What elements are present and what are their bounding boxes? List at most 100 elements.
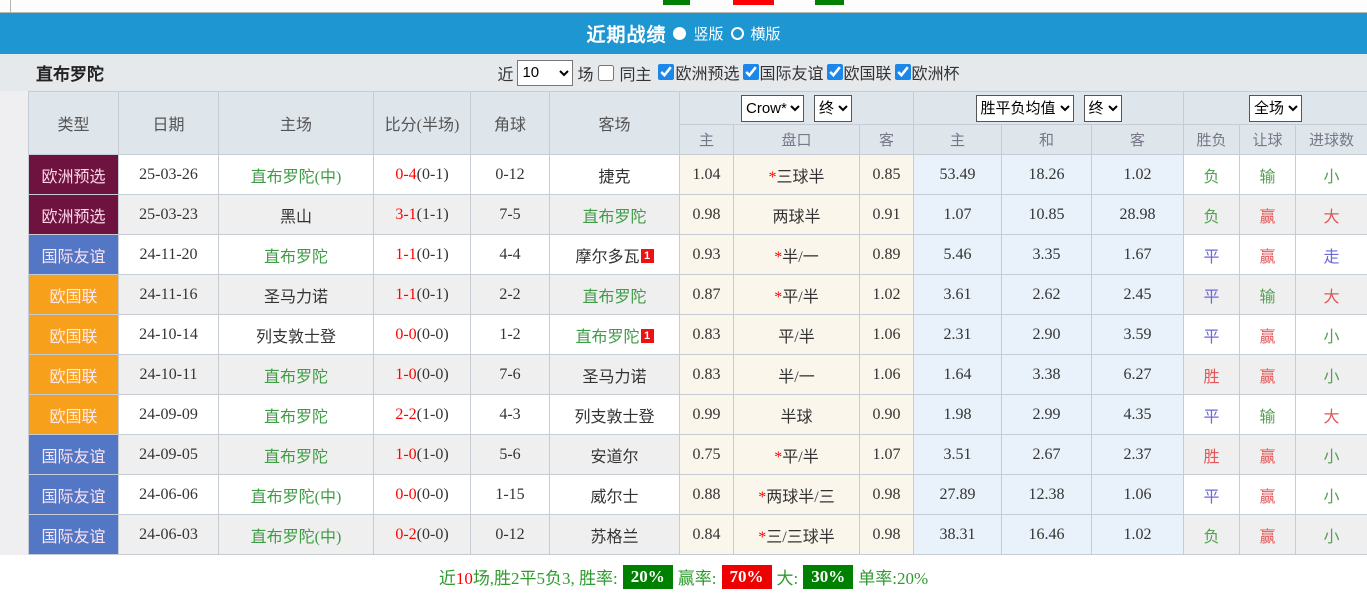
top-strip (0, 0, 1367, 13)
team-link[interactable]: 直布罗陀 (264, 249, 328, 266)
avg-draw-cell: 18.26 (1001, 154, 1093, 195)
halftime-score: (0-1) (416, 165, 449, 183)
corner-cell: 7-6 (470, 354, 550, 395)
score-cell: 0-0(0-0) (373, 314, 471, 355)
team-link[interactable]: 安道尔 (590, 449, 638, 466)
team-link[interactable]: 直布罗陀 (582, 289, 646, 306)
fulltime-score: 1-1 (395, 245, 417, 263)
league-cell: 欧国联 (28, 274, 119, 315)
team-link[interactable]: 列支敦士登 (574, 409, 654, 426)
league-checkbox-2[interactable] (826, 64, 843, 80)
away-team-cell: 列支敦士登 (549, 394, 680, 435)
team-link[interactable]: 直布罗陀 (264, 449, 328, 466)
team-name: 直布罗陀 (36, 65, 104, 84)
avg-lose-cell: 1.02 (1091, 514, 1185, 555)
team-link[interactable]: 摩尔多瓦 (575, 249, 639, 266)
team-link[interactable]: 直布罗陀(中) (251, 489, 342, 506)
league-checkbox-0[interactable] (658, 64, 675, 80)
odds-time-select[interactable]: 终 (814, 94, 852, 122)
match-row: 国际友谊 24-06-06 直布罗陀(中) 0-0(0-0) 1-15 威尔士 0.88 *两… (28, 474, 1367, 515)
team-link[interactable]: 捷克 (598, 169, 630, 186)
match-row: 国际友谊 24-06-03 直布罗陀(中) 0-2(0-0) 0-12 苏格兰 0.84 *三… (28, 514, 1367, 555)
corner-cell: 1-15 (470, 474, 550, 515)
col-header-date: 日期 (118, 91, 219, 155)
league-checkbox-3[interactable] (894, 64, 911, 80)
handicap-cell: *三/三球半 (733, 514, 860, 555)
fulltime-score: 1-0 (395, 445, 417, 463)
result-cell: 平 (1183, 474, 1241, 515)
league-checkbox-1[interactable] (742, 64, 759, 80)
date-cell: 24-06-06 (118, 474, 219, 515)
team-link[interactable]: 直布罗陀(中) (251, 529, 342, 546)
home-team-cell: 直布罗陀(中) (218, 154, 374, 195)
avg-win-cell: 53.49 (913, 154, 1003, 195)
team-link[interactable]: 列支敦士登 (256, 329, 336, 346)
odds-home-cell: 0.98 (679, 194, 734, 235)
fulltime-score: 2-2 (395, 405, 417, 423)
team-link[interactable]: 直布罗陀 (575, 329, 639, 346)
handicap-star: * (768, 168, 777, 186)
team-link[interactable]: 威尔士 (590, 489, 638, 506)
score-cell: 1-0(0-0) (373, 354, 471, 395)
goals-cell: 小 (1295, 474, 1367, 515)
sub-header-odds-away: 客 (858, 124, 915, 155)
recent-count-select[interactable]: 10 (517, 59, 574, 86)
team-link[interactable]: 黑山 (280, 209, 312, 226)
team-link[interactable]: 苏格兰 (590, 529, 638, 546)
halftime-score: (1-0) (416, 405, 449, 423)
odds-source-select[interactable]: Crow* (741, 94, 804, 122)
date-cell: 24-09-09 (118, 394, 219, 435)
odds-home-cell: 0.88 (679, 474, 734, 515)
fulltime-score: 3-1 (395, 205, 417, 223)
matches-label: 场 (577, 66, 594, 84)
league-cell: 国际友谊 (28, 434, 119, 475)
radio-horizontal-label[interactable]: 横版 (751, 23, 781, 44)
handicap-cell: *平/半 (733, 274, 860, 315)
handicap-result-cell: 输 (1239, 154, 1297, 195)
same-home-checkbox[interactable] (598, 64, 615, 81)
handicap-rate-badge: 70% (721, 564, 772, 589)
avg-draw-cell: 3.35 (1001, 234, 1093, 275)
goals-cell: 走 (1295, 234, 1367, 275)
odds-home-cell: 1.04 (679, 154, 734, 195)
team-link[interactable]: 直布罗陀 (264, 409, 328, 426)
avg-source-select[interactable]: 胜平负均值 (975, 94, 1074, 122)
scope-select[interactable]: 全场 (1249, 94, 1303, 122)
league-filter-item: 国际友谊 (742, 60, 824, 84)
date-cell: 24-06-03 (118, 514, 219, 555)
result-cell: 负 (1183, 514, 1241, 555)
handicap-cell: 两球半 (733, 194, 860, 235)
team-link[interactable]: 圣马力诺 (264, 289, 328, 306)
col-header-home: 主场 (218, 91, 374, 155)
radio-vertical-layout[interactable] (673, 27, 687, 40)
filter-controls: 近 10 场 同主 欧洲预选 国际友谊 欧国联 欧洲杯 (497, 59, 960, 86)
handicap-star: * (774, 288, 783, 306)
avg-win-cell: 38.31 (913, 514, 1003, 555)
cutoff-green-badge (815, 0, 844, 5)
odds-home-cell: 0.87 (679, 274, 734, 315)
goals-cell: 小 (1295, 514, 1367, 555)
avg-lose-cell: 3.59 (1091, 314, 1185, 355)
team-link[interactable]: 直布罗陀 (264, 369, 328, 386)
avg-time-select[interactable]: 终 (1083, 94, 1122, 122)
handicap-result-cell: 赢 (1239, 234, 1297, 275)
team-link[interactable]: 直布罗陀 (582, 209, 646, 226)
odds-group-header: Crow* 终 (678, 91, 915, 125)
recent-matches-table: 类型 日期 主场 比分(半场) 角球 客场 Crow* 终 胜平负均值 终 全场… (28, 91, 1367, 555)
home-team-cell: 直布罗陀(中) (218, 514, 374, 555)
odds-away-cell: 0.89 (858, 234, 915, 275)
home-team-cell: 直布罗陀(中) (218, 474, 374, 515)
radio-vertical-label[interactable]: 竖版 (693, 23, 723, 44)
goals-cell: 大 (1295, 274, 1367, 315)
col-header-away: 客场 (549, 91, 680, 155)
league-cell: 欧洲预选 (28, 194, 119, 235)
league-filter-item: 欧洲杯 (894, 60, 960, 84)
team-link[interactable]: 圣马力诺 (582, 369, 646, 386)
sub-header-avg-lose: 客 (1091, 124, 1185, 155)
score-cell: 1-0(1-0) (373, 434, 471, 475)
result-cell: 平 (1183, 394, 1241, 435)
league-label: 欧洲杯 (911, 66, 960, 83)
team-link[interactable]: 直布罗陀(中) (251, 169, 342, 186)
radio-horizontal-layout[interactable] (730, 27, 744, 40)
col-header-score: 比分(半场) (373, 91, 471, 155)
